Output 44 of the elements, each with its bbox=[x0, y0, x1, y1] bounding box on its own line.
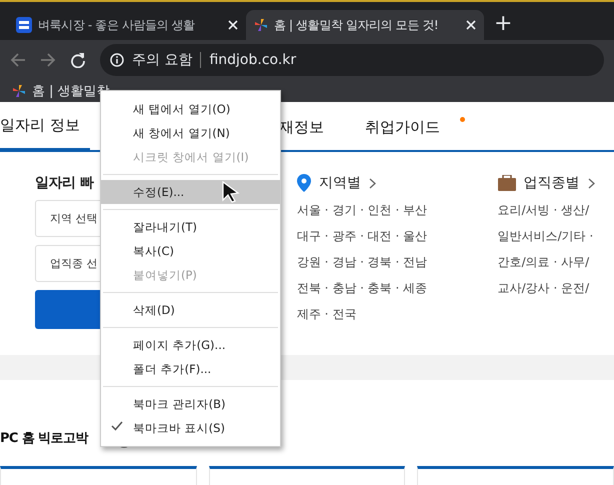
security-label: 주의 요함 bbox=[132, 51, 192, 69]
menu-item[interactable]: 북마크 관리자(B) bbox=[101, 392, 280, 416]
close-icon[interactable] bbox=[466, 20, 476, 30]
close-icon[interactable] bbox=[228, 20, 238, 30]
info-icon bbox=[110, 53, 124, 67]
browser-tab[interactable]: 홈 | 생활밀착 일자리의 모든 것! bbox=[246, 10, 484, 40]
nav-tab[interactable]: 취업가이드 bbox=[365, 103, 465, 151]
browser-tab[interactable]: 벼룩시장 - 좋은 사람들의 생활 bbox=[8, 10, 246, 40]
pinwheel-icon bbox=[12, 84, 26, 98]
address-bar[interactable]: 주의 요함 findjob.co.kr bbox=[100, 44, 604, 76]
region-links[interactable]: 강원 · 경남 · 경북 · 전남 bbox=[296, 254, 498, 271]
back-icon[interactable] bbox=[10, 52, 26, 68]
mouse-cursor-icon bbox=[221, 181, 241, 203]
region-links[interactable]: 제주 · 전국 bbox=[296, 306, 498, 323]
category-heading[interactable]: 지역별 bbox=[318, 174, 361, 192]
forward-icon[interactable] bbox=[40, 52, 56, 68]
url-text: findjob.co.kr bbox=[209, 52, 296, 68]
nav-tab[interactable]: 일자리 정보 bbox=[0, 103, 90, 151]
menu-item[interactable]: 페이지 추가(G)... bbox=[101, 333, 280, 357]
menu-item[interactable]: 삭제(D) bbox=[101, 298, 280, 322]
tab-title: 홈 | 생활밀착 일자리의 모든 것! bbox=[274, 16, 440, 34]
job-category-links[interactable]: 교사/강사 · 운전/ bbox=[498, 280, 614, 297]
tab-title: 벼룩시장 - 좋은 사람들의 생활 bbox=[38, 16, 196, 34]
menu-item[interactable]: 수정(E)... bbox=[101, 180, 280, 204]
region-links[interactable]: 대구 · 광주 · 대전 · 울산 bbox=[296, 228, 498, 245]
menu-item[interactable]: 새 창에서 열기(N) bbox=[101, 121, 280, 145]
job-category-links[interactable]: 간호/의료 · 사무/ bbox=[498, 254, 614, 271]
chevron-right-icon bbox=[368, 178, 376, 188]
chevron-right-icon bbox=[588, 178, 595, 188]
new-tab-button[interactable]: + bbox=[494, 11, 512, 36]
menu-item[interactable]: 북마크바 표시(S) bbox=[101, 416, 280, 440]
region-links[interactable]: 전북 · 충남 · 충북 · 세종 bbox=[296, 280, 498, 297]
pinwheel-icon bbox=[254, 18, 268, 32]
job-category-links[interactable]: 요리/서빙 · 생산/ bbox=[498, 202, 614, 219]
location-pin-icon bbox=[296, 174, 311, 192]
job-category-links[interactable]: 일반서비스/기타 · bbox=[498, 228, 614, 245]
site-logo-icon bbox=[16, 17, 32, 33]
region-links[interactable]: 서울 · 경기 · 인천 · 부산 bbox=[296, 202, 498, 219]
reload-icon[interactable] bbox=[70, 52, 86, 68]
category-heading[interactable]: 업직종별 bbox=[524, 174, 580, 192]
briefcase-icon bbox=[498, 175, 516, 191]
section-heading: 일자리 빠 bbox=[35, 174, 94, 192]
menu-item[interactable]: 새 탭에서 열기(O) bbox=[101, 97, 280, 121]
section-title: PC 홈 빅로고박 bbox=[0, 430, 88, 447]
